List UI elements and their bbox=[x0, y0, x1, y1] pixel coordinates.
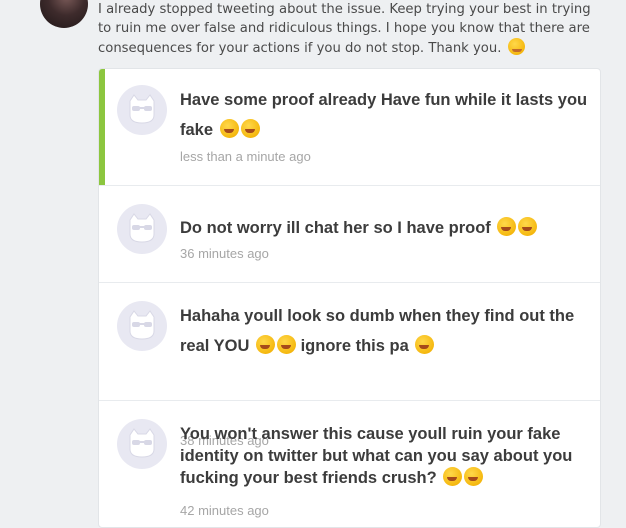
rofl-emoji-icon bbox=[415, 335, 435, 354]
rofl-emoji-icon bbox=[256, 335, 275, 354]
message-text: I already stopped tweeting about the iss… bbox=[98, 0, 608, 58]
reply-timestamp: 36 minutes ago bbox=[180, 246, 269, 261]
rofl-emoji-icon bbox=[443, 467, 463, 486]
reply-text: Hahaha youll look so dumb when they find… bbox=[180, 307, 575, 355]
reply-item[interactable]: Have some proof already Have fun while i… bbox=[99, 69, 600, 185]
anonymous-avatar-icon bbox=[117, 85, 167, 135]
rofl-emoji-icon bbox=[240, 119, 260, 138]
reply-text: Do not worry ill chat her so I have proo… bbox=[180, 213, 590, 243]
reply-item[interactable]: Do not worry ill chat her so I have proo… bbox=[99, 186, 600, 282]
rofl-emoji-icon bbox=[277, 335, 296, 354]
rofl-emoji-icon bbox=[518, 217, 538, 236]
user-avatar[interactable] bbox=[40, 0, 88, 28]
reply-timestamp: 42 minutes ago bbox=[180, 503, 269, 518]
replies-card: Have some proof already Have fun while i… bbox=[98, 68, 601, 528]
reply-item[interactable]: You won't answer this cause youll ruin y… bbox=[99, 401, 600, 527]
reply-timestamp: less than a minute ago bbox=[180, 149, 311, 164]
anonymous-avatar-icon bbox=[117, 419, 167, 469]
smiling-face-icon bbox=[507, 38, 525, 55]
reply-item[interactable]: Hahaha youll look so dumb when they find… bbox=[99, 283, 600, 448]
rofl-emoji-icon bbox=[497, 217, 517, 236]
anonymous-avatar-icon bbox=[117, 301, 167, 351]
rofl-emoji-icon bbox=[464, 467, 484, 486]
rofl-emoji-icon bbox=[219, 119, 239, 138]
reply-text: Have some proof already Have fun while i… bbox=[180, 91, 588, 139]
reply-text: You won't answer this cause youll ruin y… bbox=[180, 425, 573, 487]
anonymous-avatar-icon bbox=[117, 204, 167, 254]
